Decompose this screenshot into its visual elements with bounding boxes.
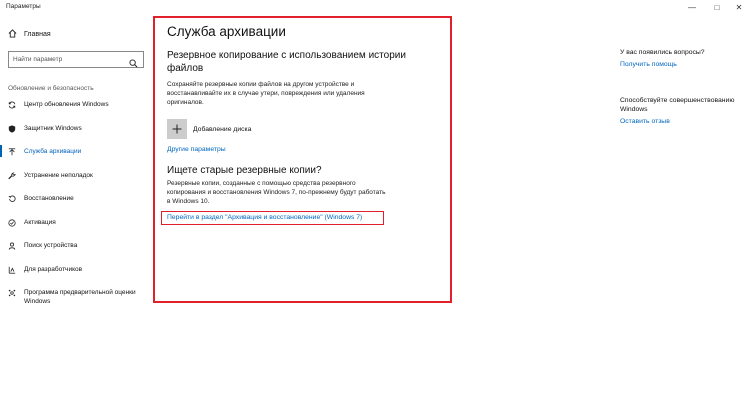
sidebar-item-find-device[interactable]: Поиск устройства [0,241,152,265]
minimize-button[interactable]: — [685,2,699,13]
file-history-description: Сохраняйте резервные копии файлов на дру… [167,81,365,106]
check-circle-icon [8,218,16,227]
section-title: Обновление и безопасность [8,85,94,92]
sidebar-item-troubleshoot[interactable]: Устранение неполадок [0,171,152,195]
sidebar-item-developers[interactable]: Для разработчиков [0,265,152,289]
sidebar-item-label: Защитник Windows [24,124,82,132]
sidebar-item-backup[interactable]: Служба архивации [0,145,152,171]
shield-icon [8,124,16,133]
person-pin-icon [8,242,16,250]
sidebar-item-label: Поиск устройства [24,242,78,249]
page-title: Служба архивации [167,24,286,39]
search-icon[interactable] [129,55,138,73]
sidebar: Главная Обновление и безопасность Центр … [0,16,152,402]
search-box[interactable] [8,51,144,68]
improve-windows-text: Способствуйте совершенствованию Windows [620,97,735,113]
maximize-button[interactable]: □ [710,2,724,13]
give-feedback-link[interactable]: Оставить отзыв [620,117,745,126]
sidebar-item-label: Служба архивации [24,148,82,155]
search-input[interactable] [13,56,123,63]
restore-icon [8,195,16,203]
sidebar-item-activation[interactable]: Активация [0,218,152,242]
title-bar: Параметры — □ ✕ [0,0,750,16]
nav-list: Центр обновления Windows Защитник Window… [0,100,152,312]
more-options-link[interactable]: Другие параметры [167,146,407,153]
sync-icon [8,101,16,109]
window-title: Параметры [6,3,41,10]
sidebar-item-label: Активация [24,218,56,226]
sidebar-item-label: Центр обновления Windows [24,101,109,108]
add-disk-button[interactable]: Добавление диска [167,119,407,139]
sidebar-item-label: Устранение неполадок [24,171,93,179]
sidebar-item-label: Восстановление [24,195,74,202]
main-content: Служба архивации Резервное копирование с… [167,24,407,206]
insider-icon [8,289,16,297]
home-label: Главная [24,31,51,38]
developer-icon [8,266,16,274]
file-history-heading: Резервное копирование с использованием и… [167,50,406,74]
home-icon [8,29,17,40]
close-button[interactable]: ✕ [732,2,746,13]
related-panel: У вас появились вопросы? Получить помощь… [620,48,745,126]
plus-icon [167,119,187,139]
sidebar-item-label: Программа предварительной оценки Windows [24,289,136,305]
sidebar-item-insider[interactable]: Программа предварительной оценки Windows [0,288,152,312]
home-nav-item[interactable]: Главная [8,29,51,40]
add-disk-label: Добавление диска [193,125,252,133]
wrench-icon [8,171,16,180]
sidebar-item-windows-update[interactable]: Центр обновления Windows [0,100,152,124]
old-backups-description: Резервные копии, созданные с помощью сре… [167,180,386,205]
sidebar-item-recovery[interactable]: Восстановление [0,194,152,218]
questions-text: У вас появились вопросы? [620,49,705,56]
backup-icon [8,148,16,156]
backup-restore-windows7-link[interactable]: Перейти в раздел "Архивация и восстановл… [161,211,384,225]
old-backups-heading: Ищете старые резервные копии? [167,165,322,176]
get-help-link[interactable]: Получить помощь [620,60,745,69]
sidebar-item-label: Для разработчиков [24,265,83,273]
sidebar-item-defender[interactable]: Защитник Windows [0,124,152,148]
